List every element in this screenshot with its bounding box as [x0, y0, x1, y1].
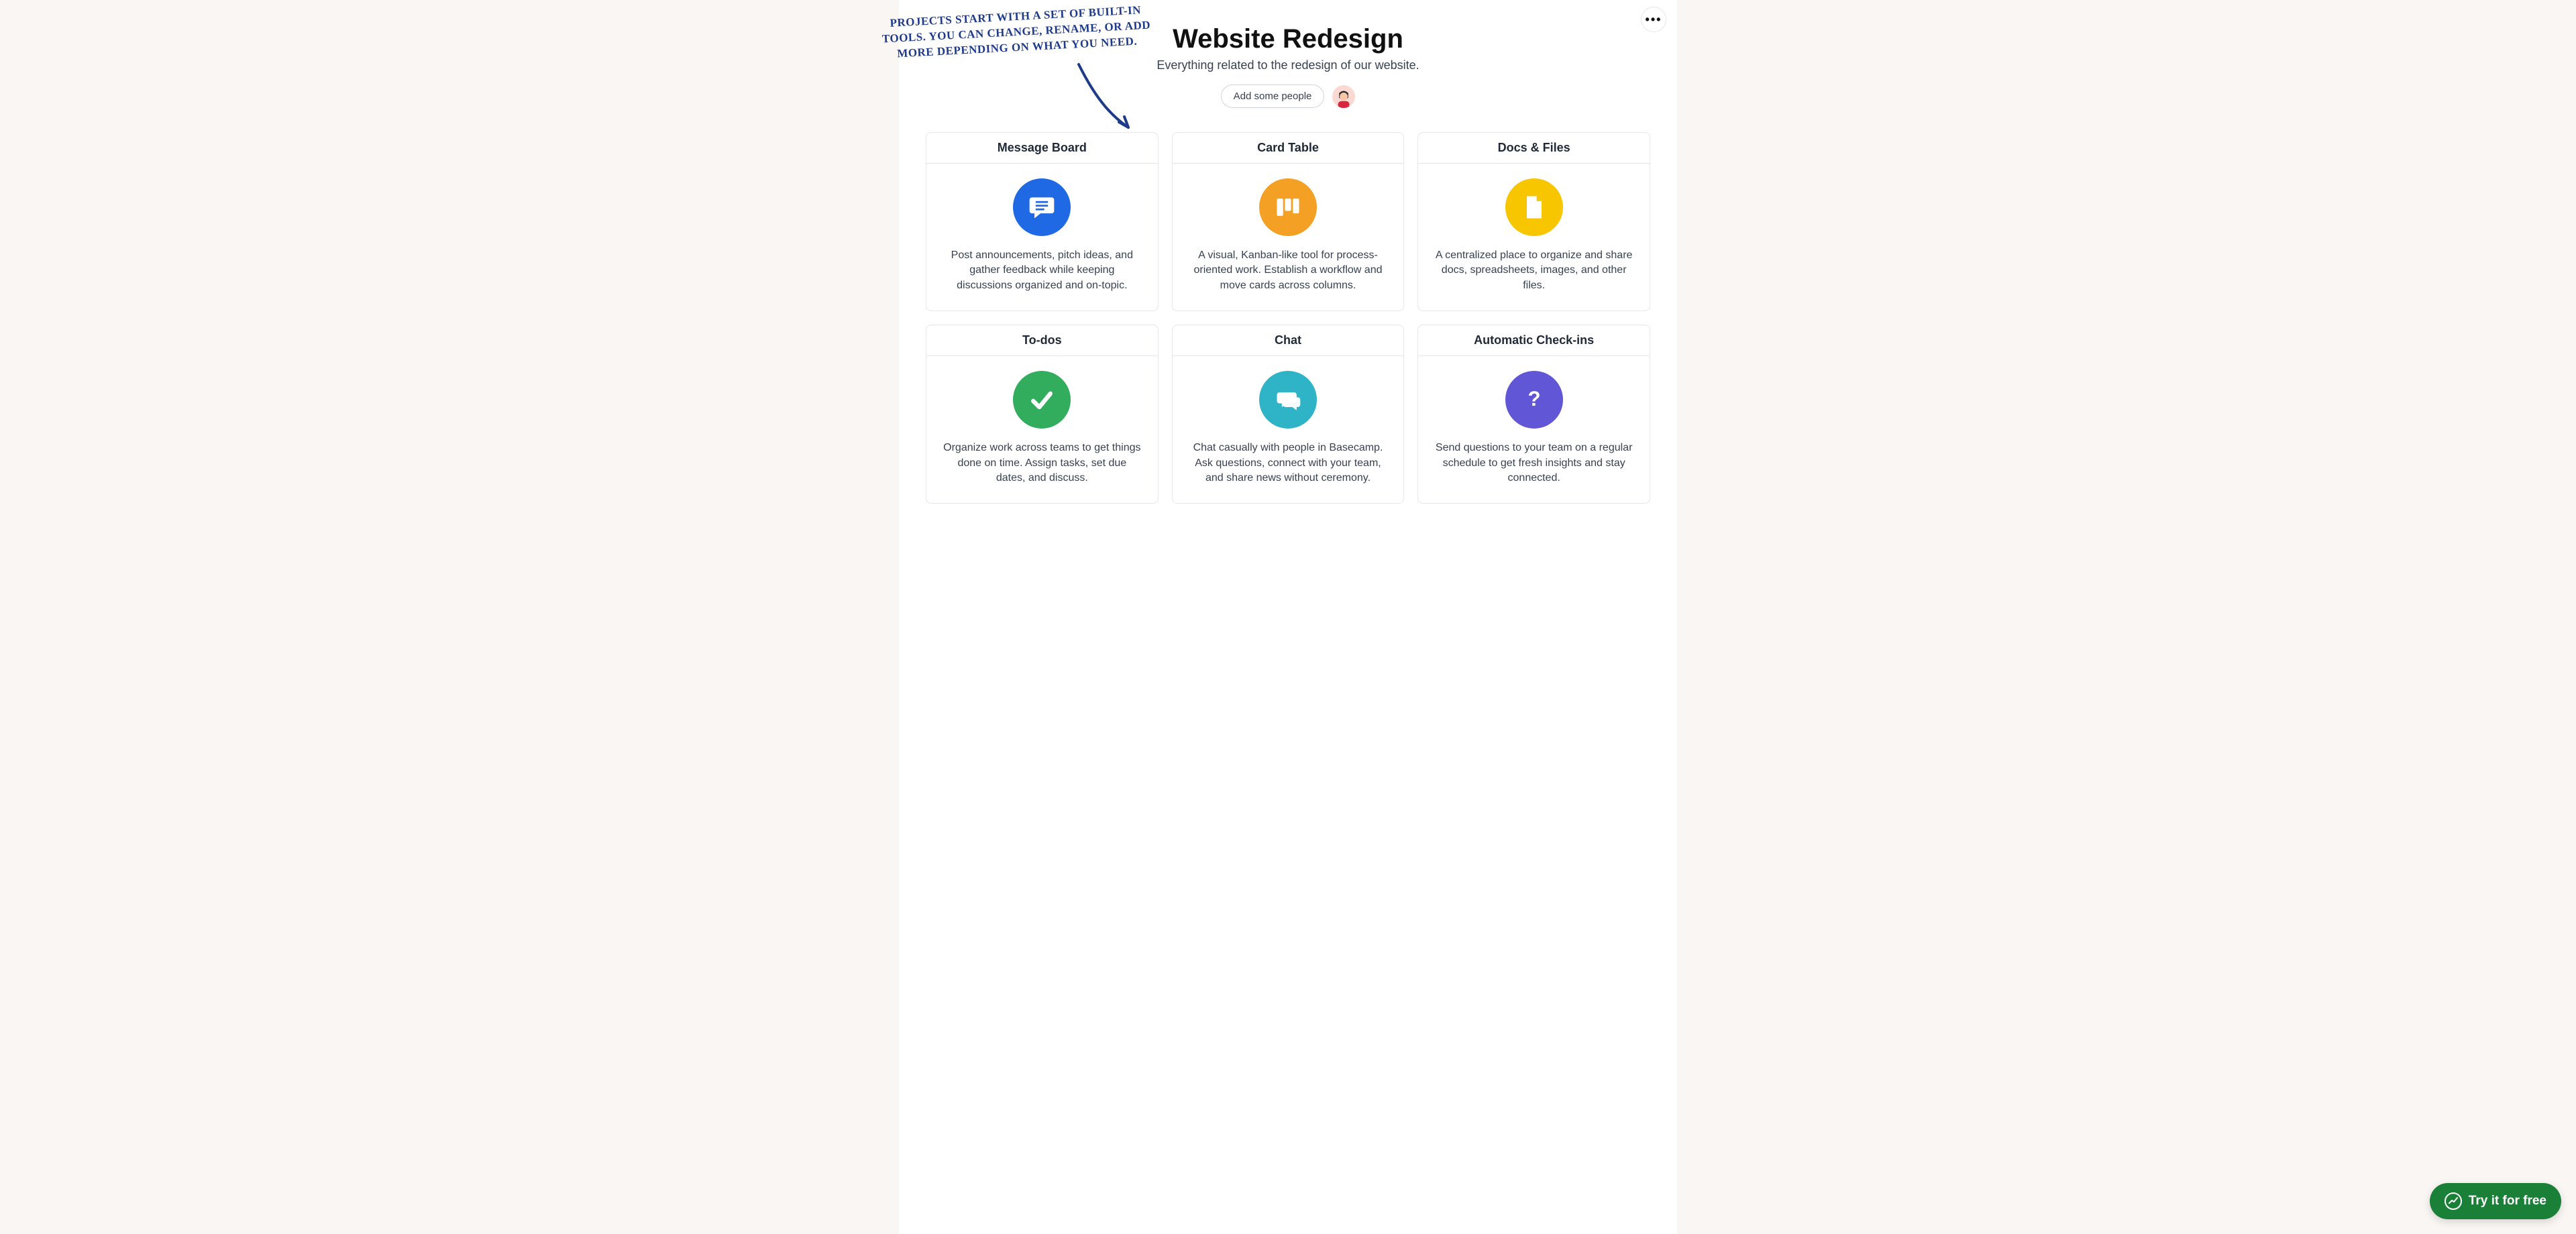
- tool-card-docs-files[interactable]: Docs & Files A centralized place to orga…: [1417, 132, 1650, 311]
- tool-title: Message Board: [926, 133, 1158, 164]
- project-subtitle: Everything related to the redesign of ou…: [926, 58, 1650, 72]
- tool-title: Docs & Files: [1418, 133, 1650, 164]
- tool-desc: Post announcements, pitch ideas, and gat…: [943, 248, 1142, 293]
- try-free-button[interactable]: Try it for free: [2430, 1183, 2561, 1219]
- tool-desc: A visual, Kanban-like tool for process-o…: [1189, 248, 1388, 293]
- card-table-icon: [1259, 178, 1317, 236]
- to-dos-icon: [1013, 371, 1071, 429]
- tool-title: To-dos: [926, 325, 1158, 356]
- tools-grid: Message Board Post announcements, pitch …: [926, 132, 1650, 504]
- tool-desc: A centralized place to organize and shar…: [1434, 248, 1633, 293]
- docs-files-icon: [1505, 178, 1563, 236]
- more-options-button[interactable]: •••: [1641, 7, 1666, 32]
- project-title: Website Redesign: [926, 24, 1650, 54]
- tool-title: Chat: [1173, 325, 1404, 356]
- avatar-icon: [1332, 85, 1355, 108]
- project-sheet: Projects start with a set of built-in to…: [899, 0, 1677, 1234]
- tool-title: Automatic Check-ins: [1418, 325, 1650, 356]
- tool-card-card-table[interactable]: Card Table A visual, Kanban-like tool fo…: [1172, 132, 1405, 311]
- cta-label: Try it for free: [2469, 1194, 2546, 1209]
- chat-icon: [1259, 371, 1317, 429]
- trend-up-icon: [2445, 1192, 2462, 1210]
- add-people-button[interactable]: Add some people: [1221, 85, 1325, 108]
- tool-card-chat[interactable]: Chat Chat casually with people in Baseca…: [1172, 325, 1405, 504]
- tool-desc: Chat casually with people in Basecamp. A…: [1189, 441, 1388, 486]
- people-row: Add some people: [926, 85, 1650, 108]
- tool-card-message-board[interactable]: Message Board Post announcements, pitch …: [926, 132, 1159, 311]
- tool-desc: Organize work across teams to get things…: [943, 441, 1142, 486]
- tool-title: Card Table: [1173, 133, 1404, 164]
- auto-checkins-icon: ?: [1505, 371, 1563, 429]
- tool-desc: Send questions to your team on a regular…: [1434, 441, 1633, 486]
- member-avatar[interactable]: [1332, 85, 1355, 108]
- tool-card-to-dos[interactable]: To-dos Organize work across teams to get…: [926, 325, 1159, 504]
- message-board-icon: [1013, 178, 1071, 236]
- tool-card-auto-checkins[interactable]: Automatic Check-ins ? Send questions to …: [1417, 325, 1650, 504]
- svg-text:?: ?: [1527, 387, 1540, 410]
